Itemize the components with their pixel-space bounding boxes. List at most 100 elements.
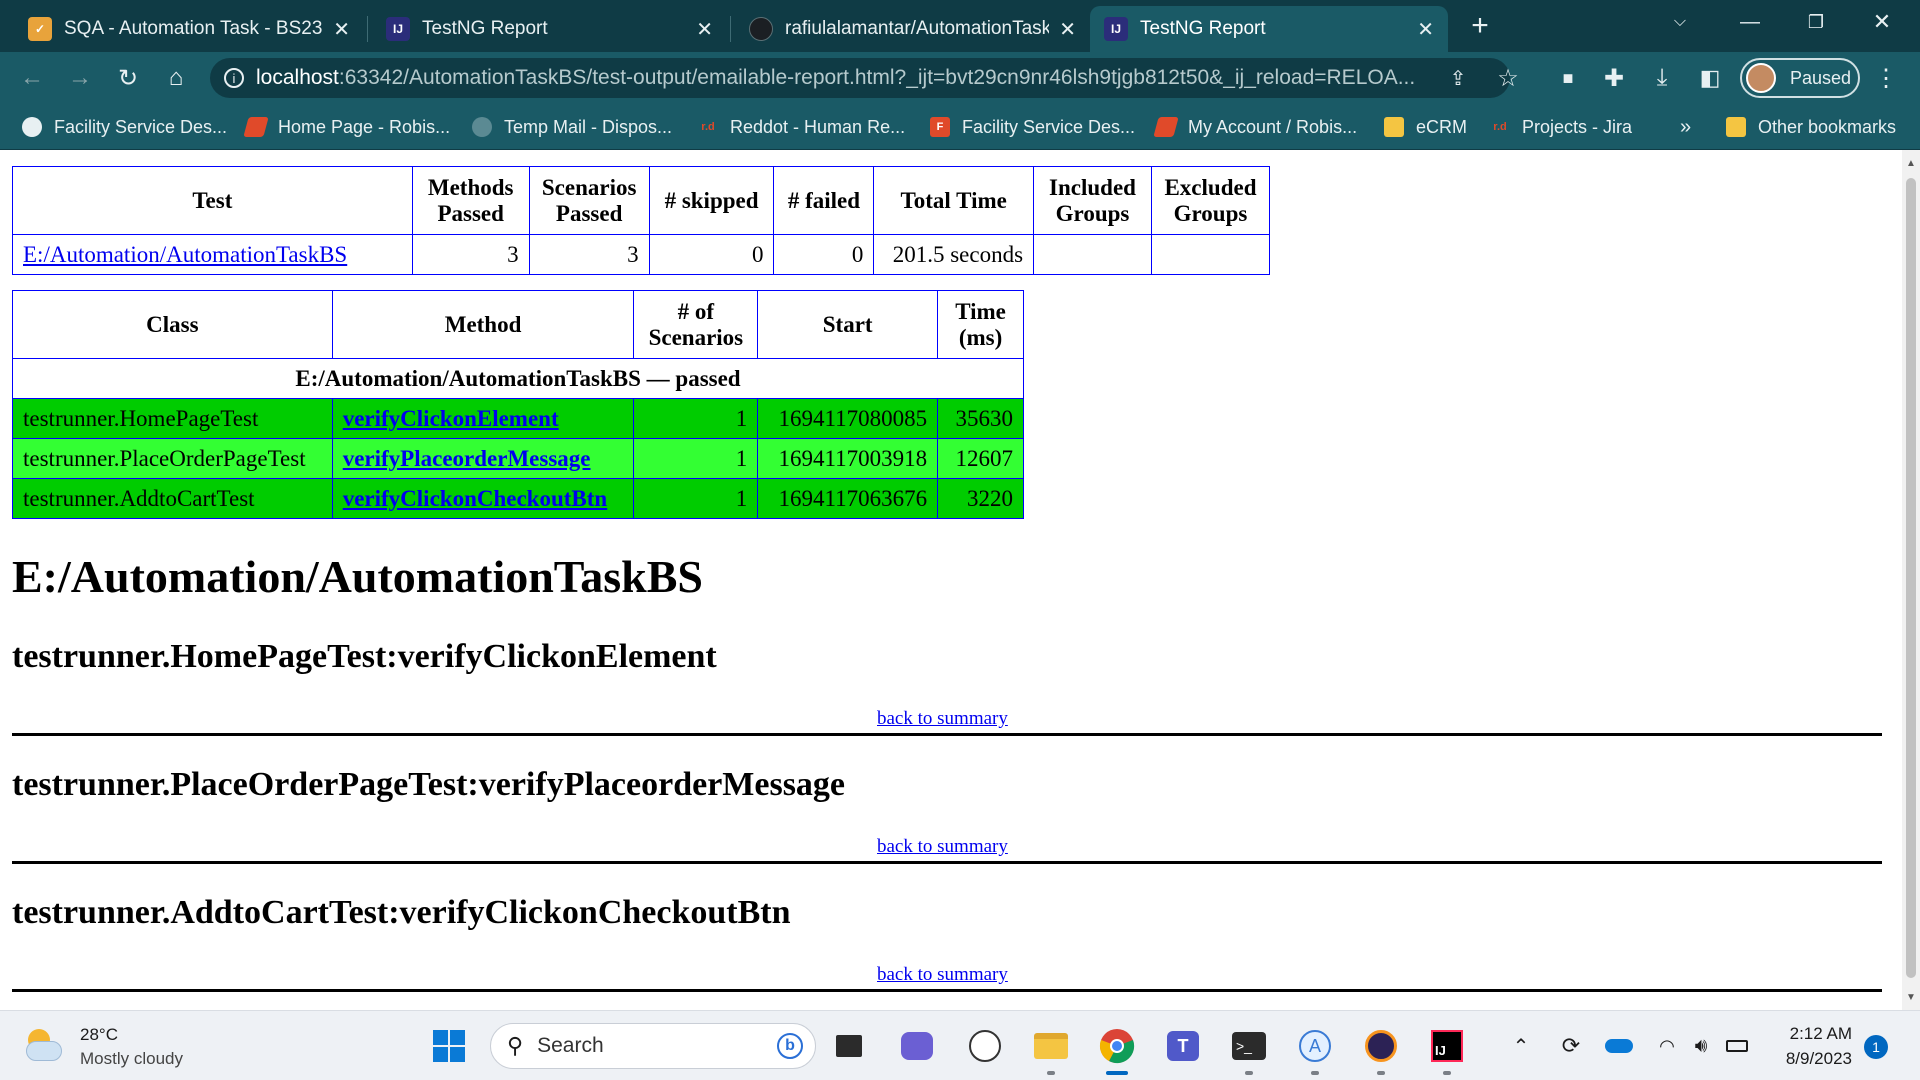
other-bookmarks[interactable]: Other bookmarks — [1726, 104, 1896, 150]
column-header: Total Time — [873, 166, 1035, 235]
back-to-summary-link[interactable]: back to summary — [877, 708, 1008, 730]
avatar — [1746, 63, 1776, 93]
table-row: testrunner.AddtoCartTest verifyClickonCh… — [12, 478, 1024, 519]
start-cell: 1694117080085 — [757, 398, 939, 439]
time-cell: 35630 — [937, 398, 1024, 439]
bookmark-item[interactable]: Facility Service Des... — [22, 104, 227, 150]
table-row: E:/Automation/AutomationTaskBS 3 3 0 0 2… — [12, 234, 1271, 275]
chrome-icon[interactable] — [1096, 1025, 1138, 1075]
close-window-button[interactable]: ✕ — [1852, 0, 1912, 44]
bookmark-item[interactable]: My Account / Robis... — [1153, 104, 1357, 150]
start-cell: 1694117003918 — [757, 438, 939, 479]
terminal-icon[interactable]: >_ — [1228, 1025, 1270, 1075]
download-icon[interactable]: ⤓ — [1644, 60, 1680, 96]
bookmark-item[interactable]: F Facility Service Des... — [930, 104, 1135, 150]
intellij-favicon-icon: IJ — [1104, 17, 1128, 41]
bookmark-item[interactable]: Temp Mail - Dispos... — [472, 104, 672, 150]
back-arrow-icon[interactable]: ← — [14, 60, 50, 96]
close-icon[interactable]: ✕ — [333, 17, 350, 42]
menu-kebab-icon[interactable]: ⋮ — [1868, 60, 1904, 96]
chat-icon[interactable] — [896, 1025, 938, 1067]
chevron-up-icon[interactable]: ⌃ — [1500, 1025, 1542, 1067]
reload-icon[interactable]: ↻ — [110, 60, 146, 96]
page-viewport: Test Methods Passed Scenarios Passed # s… — [0, 150, 1902, 1010]
tab-github-repo[interactable]: rafiulalamantar/AutomationTaskB ✕ — [735, 6, 1090, 52]
divider — [12, 989, 1882, 992]
column-header: # failed — [773, 166, 875, 235]
teams-icon[interactable]: T — [1162, 1025, 1204, 1067]
tab-testng-report-active[interactable]: IJ TestNG Report ✕ — [1090, 6, 1448, 52]
windows-taskbar: 28°C Mostly cloudy ⚲ Search b T >_ A IJ … — [0, 1010, 1920, 1080]
bookmarks-overflow-button[interactable]: » — [1680, 104, 1691, 150]
bookmark-label: Reddot - Human Re... — [730, 116, 906, 137]
address-bar[interactable]: i localhost:63342/AutomationTaskBS/test-… — [210, 58, 1510, 98]
scroll-up-icon[interactable]: ▲ — [1902, 154, 1920, 172]
vertical-scrollbar[interactable]: ▲ ▼ — [1902, 150, 1920, 1010]
task-view-icon[interactable] — [828, 1025, 870, 1067]
forward-arrow-icon[interactable]: → — [62, 60, 98, 96]
tab-strip: ✓ SQA - Automation Task - BS23 - ✕ IJ Te… — [0, 0, 1920, 52]
back-to-summary-link[interactable]: back to summary — [877, 836, 1008, 858]
folder-icon — [1726, 117, 1746, 137]
scroll-down-icon[interactable]: ▼ — [1902, 988, 1920, 1006]
android-studio-icon[interactable]: A — [1294, 1025, 1336, 1075]
taskbar-search-box[interactable]: ⚲ Search b — [490, 1023, 816, 1069]
excluded-groups-cell — [1150, 234, 1271, 275]
close-icon[interactable]: ✕ — [1059, 17, 1076, 42]
scrollbar-thumb[interactable] — [1906, 178, 1916, 978]
column-header: Scenarios Passed — [528, 166, 650, 235]
eclipse-icon[interactable] — [1360, 1025, 1402, 1075]
profile-button[interactable]: Paused — [1740, 58, 1860, 98]
intellij-icon[interactable]: IJ — [1426, 1025, 1468, 1075]
search-placeholder: Search — [537, 1034, 604, 1057]
skipped-cell: 0 — [648, 234, 775, 275]
tab-title: rafiulalamantar/AutomationTaskB — [785, 18, 1050, 39]
minimize-button[interactable]: — — [1720, 0, 1780, 44]
test-link[interactable]: E:/Automation/AutomationTaskBS — [23, 242, 347, 267]
group-row: E:/Automation/AutomationTaskBS — passed — [12, 358, 1024, 399]
bookmark-star-icon[interactable]: ☆ — [1490, 60, 1526, 96]
bookmark-item[interactable]: Home Page - Robis... — [243, 104, 451, 150]
home-icon[interactable]: ⌂ — [158, 60, 194, 96]
close-icon[interactable]: ✕ — [1417, 17, 1434, 42]
bookmark-item[interactable]: r.d Projects - Jira — [1490, 104, 1632, 150]
tab-testng-report-1[interactable]: IJ TestNG Report ✕ — [372, 6, 727, 52]
close-icon[interactable]: ✕ — [696, 17, 713, 42]
file-explorer-icon[interactable] — [1030, 1025, 1072, 1075]
battery-icon[interactable] — [1716, 1025, 1758, 1067]
notification-badge[interactable]: 1 — [1864, 1035, 1888, 1059]
clock-date: 8/9/2023 — [1785, 1049, 1852, 1068]
bookmark-label: Facility Service Des... — [54, 116, 228, 137]
tab-sqa-automation-task[interactable]: ✓ SQA - Automation Task - BS23 - ✕ — [14, 6, 364, 52]
sync-icon[interactable]: ⟳ — [1550, 1025, 1592, 1067]
system-clock[interactable]: 2:12 AM 8/9/2023 — [1770, 1021, 1852, 1071]
side-panel-icon[interactable]: ◧ — [1692, 60, 1728, 96]
share-icon[interactable]: ⇪ — [1440, 60, 1476, 96]
test-name-cell: E:/Automation/AutomationTaskBS — [12, 234, 413, 275]
back-to-summary-link[interactable]: back to summary — [877, 964, 1008, 986]
new-tab-button[interactable]: + — [1450, 4, 1510, 48]
restore-button[interactable]: ❐ — [1786, 0, 1846, 44]
extension-icon[interactable]: ■ — [1550, 60, 1586, 96]
weather-widget[interactable]: 28°C Mostly cloudy — [24, 1023, 183, 1071]
bookmark-item[interactable]: r.d Reddot - Human Re... — [698, 104, 905, 150]
method-link[interactable]: verifyClickonElement — [343, 406, 559, 431]
bookmark-label: Home Page - Robis... — [278, 116, 451, 137]
onedrive-cloud-icon[interactable] — [1598, 1025, 1640, 1067]
soccer-app-icon[interactable] — [964, 1025, 1006, 1067]
bing-icon: b — [777, 1033, 803, 1059]
column-header: Test — [12, 166, 413, 235]
bookmark-item[interactable]: eCRM — [1384, 104, 1467, 150]
time-cell: 3220 — [937, 478, 1024, 519]
site-info-icon[interactable]: i — [224, 68, 244, 88]
method-link[interactable]: verifyPlaceorderMessage — [343, 446, 591, 471]
column-header: Start — [757, 290, 939, 359]
tab-search-chevron-icon[interactable]: ⌵ — [1650, 0, 1710, 44]
method-link[interactable]: verifyClickonCheckoutBtn — [343, 486, 608, 511]
extensions-puzzle-icon[interactable]: ✚ — [1596, 60, 1632, 96]
bookmark-label: Other bookmarks — [1758, 116, 1897, 137]
weather-temperature: 28°C — [80, 1025, 118, 1044]
start-button[interactable] — [428, 1025, 470, 1067]
tab-title: TestNG Report — [1140, 18, 1266, 39]
summary-header-row: Test Methods Passed Scenarios Passed # s… — [12, 166, 1271, 235]
